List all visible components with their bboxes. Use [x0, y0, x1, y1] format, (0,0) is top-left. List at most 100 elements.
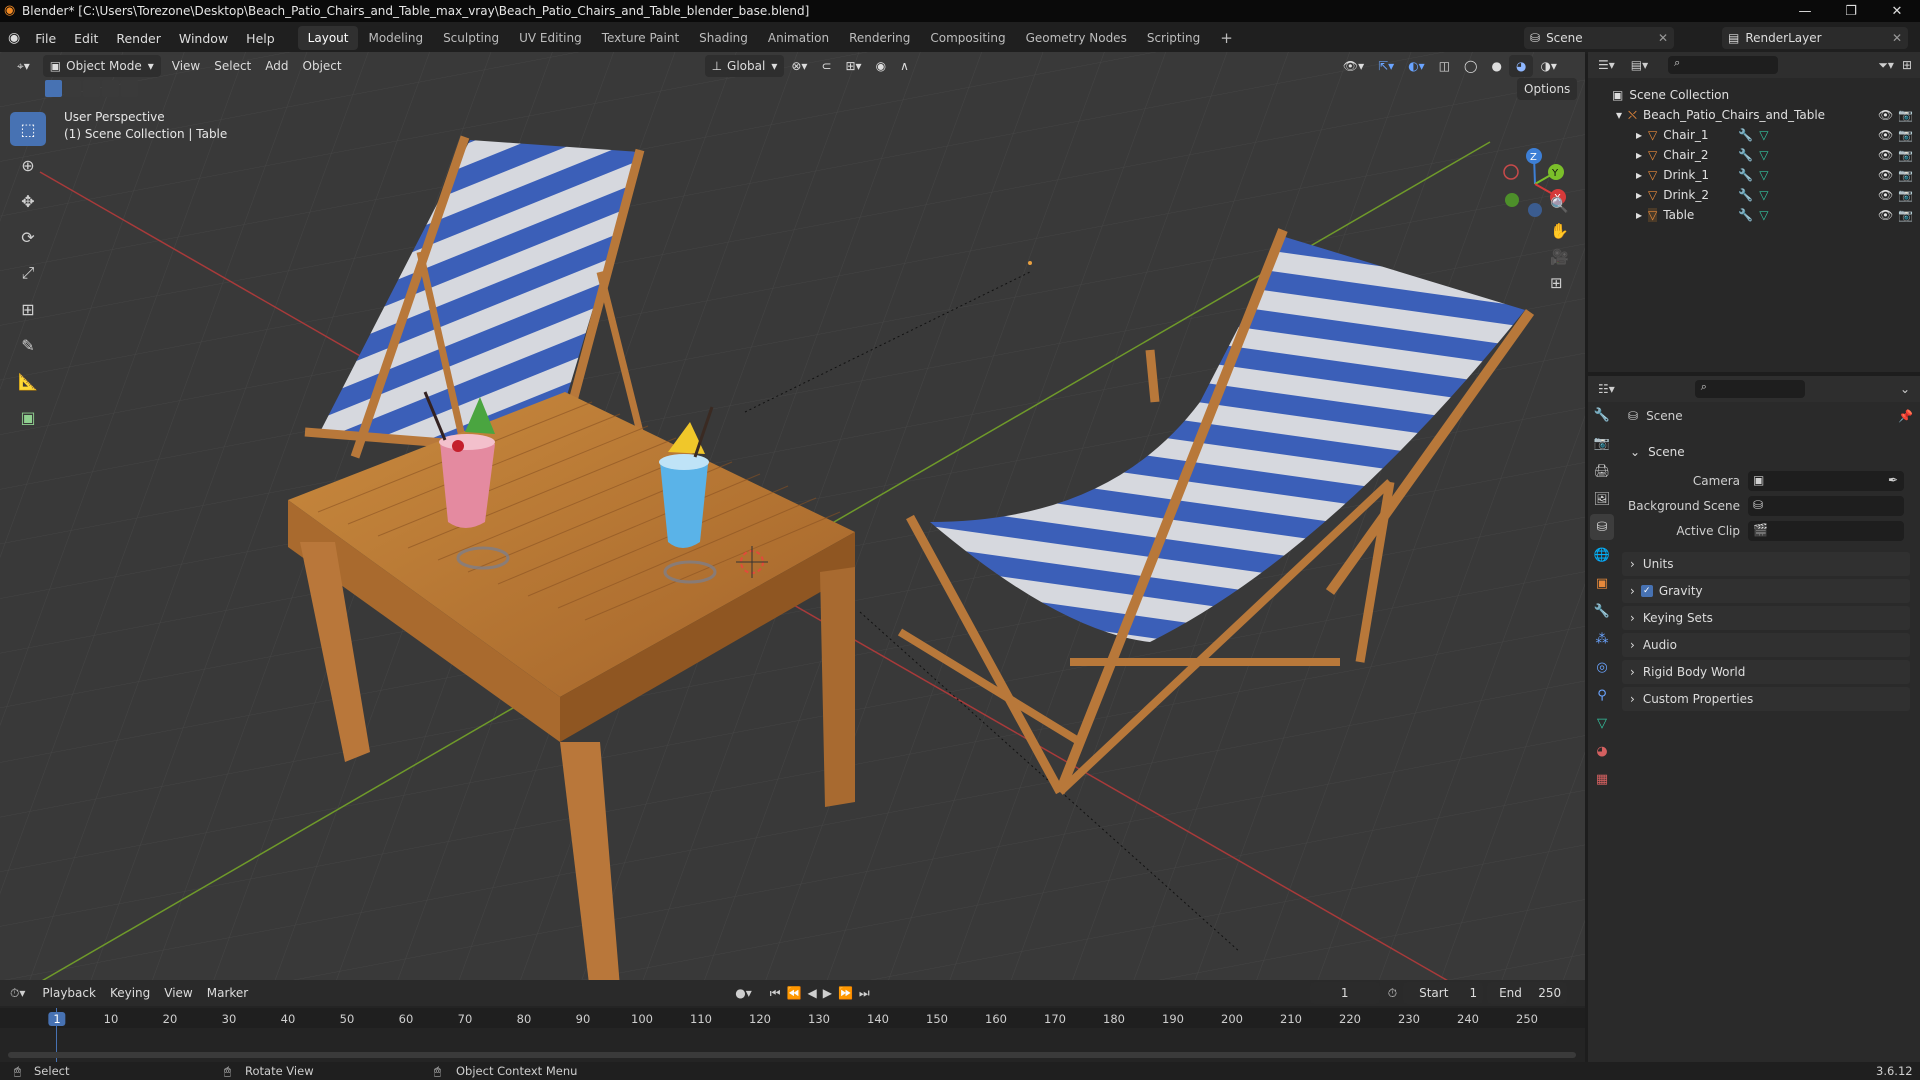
- tab-compositing[interactable]: Compositing: [920, 26, 1015, 50]
- scale-tool-icon[interactable]: ⤢: [10, 256, 46, 290]
- snap-target-icon[interactable]: ⊞▾: [839, 55, 869, 77]
- visibility-eye-icon[interactable]: 👁: [1878, 108, 1893, 122]
- output-tab-icon[interactable]: 🖨: [1590, 458, 1614, 484]
- pan-hand-icon[interactable]: ✋: [1550, 222, 1569, 240]
- menu-edit[interactable]: Edit: [65, 22, 107, 54]
- chevron-down-icon[interactable]: ⌄: [1900, 382, 1910, 396]
- current-frame-field[interactable]: 1: [1309, 982, 1380, 1004]
- pivot-point-icon[interactable]: ⊗▾: [784, 55, 814, 77]
- menu-help[interactable]: Help: [237, 22, 284, 54]
- falloff-icon[interactable]: ∧: [893, 55, 916, 77]
- visibility-eye-icon[interactable]: 👁: [1878, 128, 1893, 142]
- end-frame-field[interactable]: End 250: [1487, 982, 1568, 1004]
- active-clip-field[interactable]: 🎬: [1748, 521, 1904, 541]
- select-invert-icon[interactable]: [102, 80, 119, 97]
- timeline-scrollbar[interactable]: [8, 1052, 1576, 1058]
- blender-menu-icon[interactable]: ◉: [8, 30, 20, 46]
- menu-add[interactable]: Add: [258, 55, 295, 77]
- annotate-tool-icon[interactable]: ✎: [10, 328, 46, 362]
- custom-properties-panel[interactable]: › Custom Properties: [1622, 687, 1910, 711]
- tab-shading[interactable]: Shading: [689, 26, 758, 50]
- transform-orientation-dropdown[interactable]: ⊥ Global ▾: [704, 55, 785, 77]
- outliner-row-object[interactable]: ▸ ▽ Chair_1 🔧 ▽ 👁 📷: [1588, 125, 1920, 145]
- editor-type-icon[interactable]: ⌖▾: [10, 55, 37, 77]
- visibility-eye-icon[interactable]: 👁: [1878, 208, 1893, 222]
- move-tool-icon[interactable]: ✥: [10, 184, 46, 218]
- tab-layout[interactable]: Layout: [297, 26, 359, 50]
- outliner-row-object[interactable]: ▸ ▽ Drink_2 🔧 ▽ 👁 📷: [1588, 185, 1920, 205]
- outliner-row-object[interactable]: ▸ ▽ Chair_2 🔧 ▽ 👁 📷: [1588, 145, 1920, 165]
- viewport-scene[interactable]: Z Y X: [0, 52, 1585, 980]
- material-tab-icon[interactable]: ◕: [1590, 738, 1614, 764]
- menu-view[interactable]: View: [165, 55, 207, 77]
- menu-marker[interactable]: Marker: [200, 982, 255, 1004]
- proportional-edit-icon[interactable]: ◉: [869, 55, 893, 77]
- outliner-editor-type-icon[interactable]: ☰▾: [1598, 58, 1615, 72]
- rendered-shading-icon[interactable]: ◑▾: [1533, 55, 1564, 77]
- play-reverse-icon[interactable]: ◀: [807, 986, 816, 1000]
- rotate-tool-icon[interactable]: ⟳: [10, 220, 46, 254]
- expand-arrow-icon[interactable]: ▸: [1636, 128, 1642, 142]
- expand-arrow-icon[interactable]: ▸: [1636, 188, 1642, 202]
- filter-icon[interactable]: ⏷▾: [1878, 58, 1894, 73]
- gizmo-toggle-icon[interactable]: ⇱▾: [1371, 55, 1401, 77]
- timeline-editor-type-icon[interactable]: ⏱▾: [10, 986, 25, 1001]
- transform-tool-icon[interactable]: ⊞: [10, 292, 46, 326]
- maximize-icon[interactable]: ❐: [1828, 0, 1874, 22]
- render-camera-icon[interactable]: 📷: [1898, 188, 1913, 202]
- overlay-toggle-icon[interactable]: ◐▾: [1401, 55, 1432, 77]
- render-camera-icon[interactable]: 📷: [1898, 148, 1913, 162]
- snap-icon[interactable]: ⊂: [814, 55, 838, 77]
- select-box-tool-icon[interactable]: ⬚: [10, 112, 46, 146]
- tab-uv-editing[interactable]: UV Editing: [509, 26, 592, 50]
- menu-timeline-view[interactable]: View: [157, 982, 199, 1004]
- next-keyframe-icon[interactable]: ⏩: [838, 986, 853, 1000]
- select-new-icon[interactable]: [45, 80, 62, 97]
- pin-icon[interactable]: 📌: [1898, 409, 1913, 423]
- menu-select[interactable]: Select: [207, 55, 258, 77]
- physics-tab-icon[interactable]: ◎: [1590, 654, 1614, 680]
- tab-sculpting[interactable]: Sculpting: [433, 26, 509, 50]
- visibility-icon[interactable]: 👁▾: [1336, 55, 1371, 77]
- select-intersect-icon[interactable]: [121, 80, 138, 97]
- rigid-body-world-panel[interactable]: › Rigid Body World: [1622, 660, 1910, 684]
- cursor-tool-icon[interactable]: ⊕: [10, 148, 46, 182]
- outliner-row-scene-collection[interactable]: ▣ Scene Collection: [1588, 85, 1920, 105]
- zoom-icon[interactable]: 🔍: [1550, 196, 1569, 214]
- render-camera-icon[interactable]: 📷: [1898, 128, 1913, 142]
- start-frame-field[interactable]: Start 1: [1403, 982, 1484, 1004]
- camera-field[interactable]: ▣ ✒: [1748, 471, 1904, 491]
- prev-keyframe-icon[interactable]: ⏪: [787, 986, 802, 1000]
- ortho-toggle-icon[interactable]: ⊞: [1550, 274, 1569, 292]
- render-camera-icon[interactable]: 📷: [1898, 108, 1913, 122]
- gravity-panel[interactable]: › ✓ Gravity: [1622, 579, 1910, 603]
- mode-selector[interactable]: ▣ Object Mode ▾: [42, 55, 161, 77]
- display-mode-icon[interactable]: ▤▾: [1631, 58, 1648, 72]
- add-workspace-button[interactable]: +: [1210, 26, 1243, 50]
- texture-tab-icon[interactable]: ▦: [1590, 766, 1614, 792]
- jump-start-icon[interactable]: ⏮: [770, 986, 781, 1001]
- menu-object[interactable]: Object: [296, 55, 349, 77]
- units-panel[interactable]: › Units: [1622, 552, 1910, 576]
- menu-keying[interactable]: Keying: [103, 982, 157, 1004]
- menu-render[interactable]: Render: [107, 22, 170, 54]
- render-camera-icon[interactable]: 📷: [1898, 168, 1913, 182]
- expand-arrow-icon[interactable]: ▾: [1616, 108, 1622, 122]
- modifier-tab-icon[interactable]: 🔧: [1590, 598, 1614, 624]
- close-icon[interactable]: ✕: [1892, 31, 1902, 45]
- add-cube-tool-icon[interactable]: ▣: [10, 400, 46, 434]
- constraints-tab-icon[interactable]: ⚲: [1590, 682, 1614, 708]
- world-tab-icon[interactable]: 🌐: [1590, 542, 1614, 568]
- visibility-eye-icon[interactable]: 👁: [1878, 168, 1893, 182]
- menu-window[interactable]: Window: [170, 22, 237, 54]
- record-icon[interactable]: ●▾: [735, 986, 752, 1000]
- scene-panel-header[interactable]: ⌄ Scene: [1622, 440, 1910, 464]
- data-tab-icon[interactable]: ▽: [1590, 710, 1614, 736]
- tool-tab-icon[interactable]: 🔧: [1590, 402, 1614, 428]
- menu-playback[interactable]: Playback: [35, 982, 103, 1004]
- tab-rendering[interactable]: Rendering: [839, 26, 920, 50]
- properties-editor-type-icon[interactable]: ☷▾: [1598, 382, 1615, 396]
- 3d-viewport[interactable]: Z Y X: [0, 52, 1585, 980]
- tab-scripting[interactable]: Scripting: [1137, 26, 1210, 50]
- render-tab-icon[interactable]: 📷: [1590, 430, 1614, 456]
